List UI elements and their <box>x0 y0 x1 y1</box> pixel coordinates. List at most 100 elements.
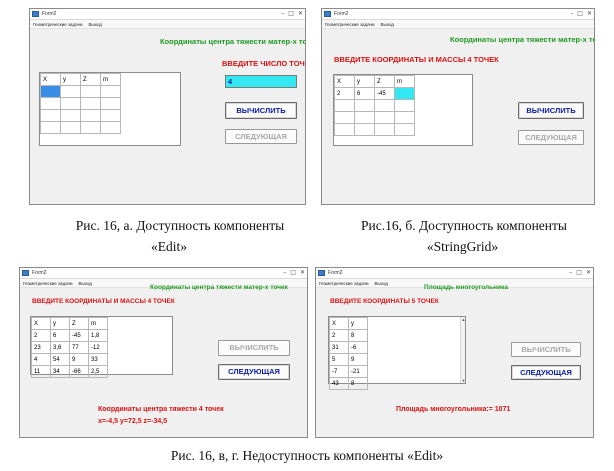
minimize-icon[interactable]: – <box>283 268 286 278</box>
grid-cell[interactable]: -45 <box>374 87 395 100</box>
compute-button[interactable]: ВЫЧИСЛИТЬ <box>518 102 584 119</box>
grid-cell[interactable] <box>60 121 81 134</box>
grid-cell[interactable] <box>60 97 81 110</box>
menu-item-exit[interactable]: Выход <box>380 22 393 27</box>
grid-cell[interactable] <box>60 85 81 98</box>
grid-cell[interactable]: 43 <box>329 377 349 390</box>
grid-cell[interactable] <box>354 99 375 112</box>
grid-cell[interactable] <box>40 97 61 110</box>
grid-cell[interactable]: 2 <box>31 329 51 342</box>
grid-cell-selected[interactable] <box>394 87 415 100</box>
grid-cell[interactable] <box>334 123 355 136</box>
grid-cell[interactable] <box>100 109 121 122</box>
grid-cell[interactable]: 54 <box>50 353 70 366</box>
next-button[interactable]: СЛЕДУЮЩАЯ <box>511 365 581 380</box>
grid-cell[interactable]: -12 <box>88 341 108 354</box>
next-button[interactable]: СЛЕДУЮЩАЯ <box>218 364 290 380</box>
grid-cell[interactable]: 2 <box>334 87 355 100</box>
grid-cell[interactable]: 8 <box>348 377 368 390</box>
grid-cell[interactable]: 11 <box>31 365 51 378</box>
close-icon[interactable]: ✕ <box>300 268 305 278</box>
minimize-icon[interactable]: – <box>570 9 573 19</box>
menu-item-exit[interactable]: Выход <box>78 281 91 286</box>
grid-cell[interactable] <box>334 99 355 112</box>
grid-cell[interactable]: 1,8 <box>88 329 108 342</box>
grid-cell[interactable]: 31 <box>329 341 349 354</box>
grid-cell[interactable]: -21 <box>348 365 368 378</box>
next-button[interactable]: СЛЕДУЮЩАЯ <box>518 130 584 145</box>
grid-cell[interactable]: 77 <box>69 341 89 354</box>
grid-cell[interactable] <box>394 123 415 136</box>
maximize-icon[interactable]: □ <box>288 9 294 19</box>
close-icon[interactable]: ✕ <box>298 9 303 19</box>
menu-item-geometry[interactable]: Геометрические задачи <box>325 22 374 27</box>
grid-cell[interactable]: 6 <box>354 87 375 100</box>
menu-item-exit[interactable]: Выход <box>374 281 387 286</box>
grid-cell[interactable] <box>80 85 101 98</box>
grid-cell[interactable] <box>394 111 415 124</box>
grid-cell[interactable]: -7 <box>329 365 349 378</box>
menu-bar: Геометрические задачи Выход <box>322 20 594 29</box>
grid-cell[interactable] <box>100 97 121 110</box>
grid-cell[interactable]: 2,5 <box>88 365 108 378</box>
grid-cell-selected[interactable] <box>40 85 61 98</box>
grid-cell[interactable] <box>80 109 101 122</box>
string-grid[interactable]: X y Z m <box>39 72 181 146</box>
grid-cell[interactable]: -66 <box>69 365 89 378</box>
maximize-icon[interactable]: □ <box>576 268 582 278</box>
string-grid[interactable]: X y Z m 2 6 -45 1,8 23 3,6 77 -12 4 54 9 <box>30 316 173 378</box>
area-result: Площадь многоугольника:= 1071 <box>396 406 511 413</box>
menu-item-geometry[interactable]: Геометрические задачи <box>23 281 72 286</box>
grid-cell[interactable]: 23 <box>31 341 51 354</box>
menu-item-geometry[interactable]: Геометрические задачи <box>33 22 82 27</box>
window-title: Form2 <box>334 11 349 17</box>
table-row <box>334 111 415 124</box>
grid-cell[interactable]: 33 <box>88 353 108 366</box>
grid-cell[interactable] <box>394 99 415 112</box>
grid-cell[interactable]: 8 <box>348 329 368 342</box>
grid-cell[interactable]: 9 <box>348 353 368 366</box>
grid-cell[interactable] <box>40 121 61 134</box>
grid-cell[interactable]: 34 <box>50 365 70 378</box>
maximize-icon[interactable]: □ <box>290 268 296 278</box>
next-button[interactable]: СЛЕДУЮЩАЯ <box>225 129 297 144</box>
grid-cell[interactable]: 3,6 <box>50 341 70 354</box>
grid-cell[interactable]: 9 <box>69 353 89 366</box>
grid-cell[interactable] <box>334 111 355 124</box>
grid-scrollbar[interactable]: ▲ ▼ <box>460 317 465 383</box>
compute-button[interactable]: ВЫЧИСЛИТЬ <box>511 342 581 357</box>
grid-cell[interactable] <box>374 99 395 112</box>
grid-cell[interactable]: 6 <box>50 329 70 342</box>
grid-cell[interactable] <box>40 109 61 122</box>
minimize-icon[interactable]: – <box>281 9 284 19</box>
grid-cell[interactable] <box>374 111 395 124</box>
scroll-down-icon[interactable]: ▼ <box>461 378 466 383</box>
grid-cell[interactable]: 2 <box>329 329 349 342</box>
compute-button[interactable]: ВЫЧИСЛИТЬ <box>225 102 297 119</box>
minimize-icon[interactable]: – <box>569 268 572 278</box>
grid-cell[interactable] <box>100 85 121 98</box>
maximize-icon[interactable]: □ <box>577 9 583 19</box>
grid-cell[interactable]: -6 <box>348 341 368 354</box>
close-icon[interactable]: ✕ <box>587 9 592 19</box>
grid-cell[interactable]: 5 <box>329 353 349 366</box>
grid-cell[interactable] <box>100 121 121 134</box>
menu-item-exit[interactable]: Выход <box>88 22 101 27</box>
string-grid[interactable]: X y Z m 2 6 -45 <box>333 74 473 146</box>
points-count-input[interactable]: 4 <box>225 75 297 88</box>
grid-cell[interactable]: 4 <box>31 353 51 366</box>
instruction-label: ВВЕДИТЕ КООРДИНАТЫ И МАССЫ 4 ТОЧЕК <box>334 55 499 64</box>
grid-cell[interactable] <box>374 123 395 136</box>
grid-cell[interactable] <box>80 97 101 110</box>
grid-cell[interactable] <box>60 109 81 122</box>
grid-cell[interactable] <box>80 121 101 134</box>
menu-item-geometry[interactable]: Геометрические задачи <box>319 281 368 286</box>
grid-cell[interactable] <box>354 111 375 124</box>
string-grid[interactable]: X y 2 8 31 -6 5 9 -7 -21 43 8 ▲ ▼ <box>328 316 466 390</box>
scroll-up-icon[interactable]: ▲ <box>461 317 466 322</box>
grid-cell[interactable] <box>354 123 375 136</box>
compute-button[interactable]: ВЫЧИСЛИТЬ <box>218 340 290 356</box>
close-icon[interactable]: ✕ <box>586 268 591 278</box>
grid-cell[interactable]: -45 <box>69 329 89 342</box>
table-row: 2 6 -45 <box>334 87 415 100</box>
